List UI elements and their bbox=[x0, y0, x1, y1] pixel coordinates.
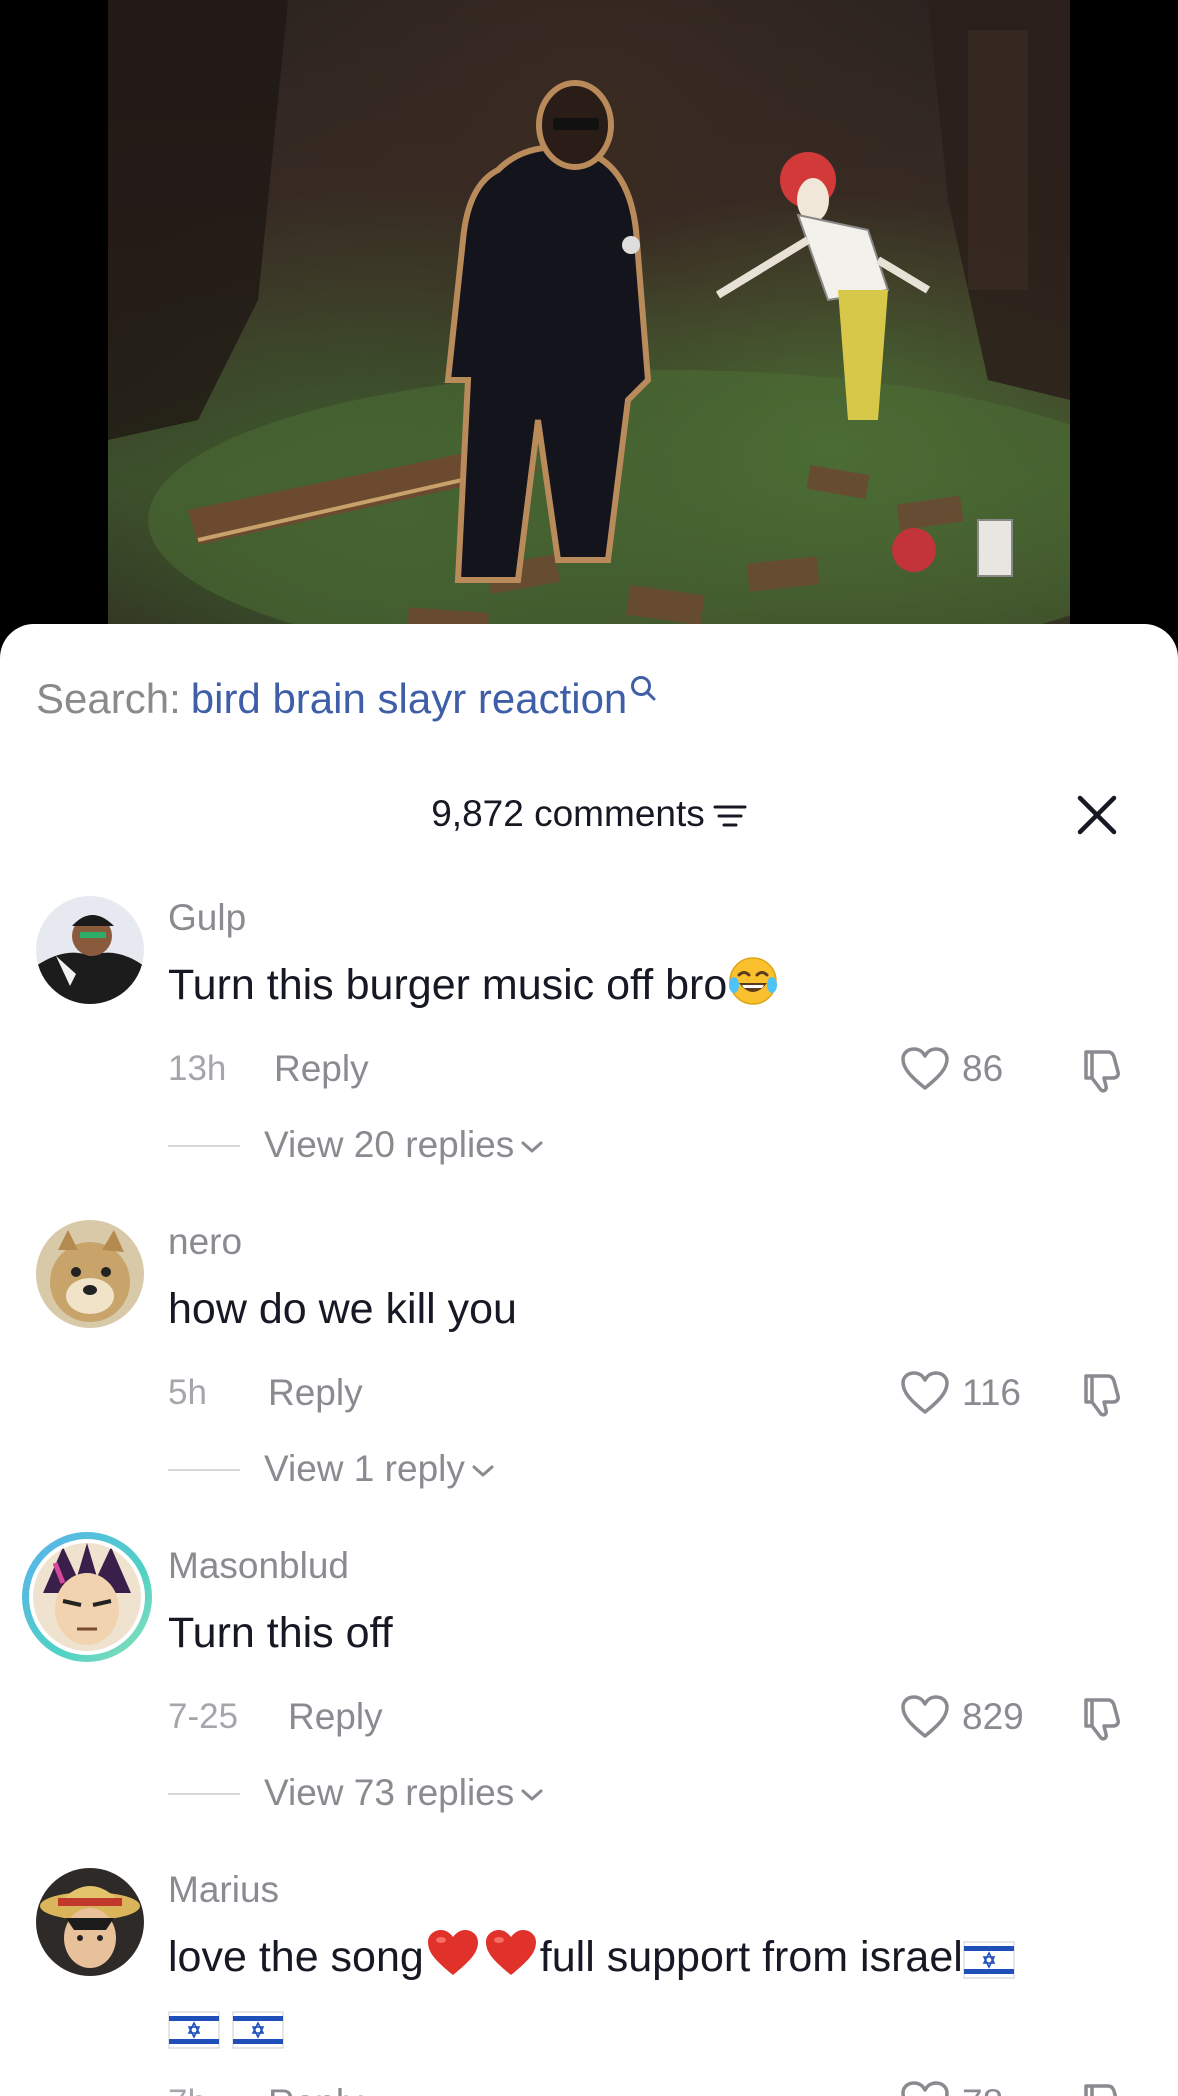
comment-meta: 7h Reply 78 bbox=[168, 2078, 1168, 2096]
comment-body-continued: full support from israel bbox=[539, 1933, 963, 1981]
search-suggestion[interactable]: Search: bird brain slayr reaction bbox=[36, 674, 657, 724]
search-icon bbox=[631, 676, 656, 701]
avatar[interactable] bbox=[36, 896, 144, 1004]
view-replies-button[interactable]: View 20 replies bbox=[168, 1120, 768, 1170]
comment-text: how do we kill you bbox=[168, 1285, 517, 1333]
reply-divider bbox=[168, 1793, 240, 1795]
comment-text: Turn this burger music off bro bbox=[168, 954, 1118, 1024]
chevron-down-icon bbox=[521, 1789, 543, 1801]
comment-count: 9,872 comments bbox=[431, 793, 705, 834]
view-replies-label: View 1 reply bbox=[264, 1448, 465, 1489]
comment-username[interactable]: Gulp bbox=[168, 896, 246, 940]
comment-time: 7h bbox=[168, 2078, 207, 2096]
heart-outline-icon bbox=[901, 2081, 949, 2096]
comment-time: 13h bbox=[168, 1049, 227, 1088]
dislike-button[interactable] bbox=[1078, 1372, 1124, 1418]
close-icon bbox=[1077, 795, 1117, 835]
israel-flag-icon bbox=[168, 2004, 220, 2066]
dislike-button[interactable] bbox=[1078, 1696, 1124, 1742]
israel-flag-icon bbox=[232, 2004, 284, 2066]
comment-meta: 7-25 Reply 829 bbox=[168, 1692, 1168, 1742]
reply-divider bbox=[168, 1469, 240, 1471]
heart-outline-icon bbox=[901, 1695, 949, 1738]
chevron-down-icon bbox=[472, 1465, 494, 1477]
close-button[interactable] bbox=[1072, 790, 1122, 840]
comments-panel: Search: bird brain slayr reaction 9,872 c… bbox=[0, 624, 1178, 2096]
comment-text: love the song full support from israel bbox=[168, 1926, 1118, 2066]
avatar-with-story-ring[interactable] bbox=[22, 1532, 152, 1662]
view-replies-label: View 73 replies bbox=[264, 1772, 515, 1813]
search-prefix: Search: bbox=[36, 675, 181, 722]
comment-body: Turn this burger music off bro bbox=[168, 961, 728, 1009]
heart-outline-icon bbox=[901, 1047, 949, 1090]
view-replies-label: View 20 replies bbox=[264, 1124, 515, 1165]
comment-time: 5h bbox=[168, 1373, 207, 1412]
red-heart-emoji-icon bbox=[482, 1927, 540, 1996]
dislike-button[interactable] bbox=[1078, 2082, 1124, 2096]
view-replies-button[interactable]: View 1 reply bbox=[168, 1444, 768, 1494]
comment-meta: 13h Reply 86 bbox=[168, 1044, 1168, 1094]
thumbs-down-icon bbox=[1084, 1050, 1120, 1093]
like-count: 78 bbox=[962, 2078, 1003, 2096]
like-count: 86 bbox=[962, 1048, 1004, 1089]
israel-flag-icon bbox=[963, 1934, 1015, 1996]
thumbs-down-icon bbox=[1084, 1374, 1120, 1417]
comment-username[interactable]: Masonblud bbox=[168, 1544, 349, 1588]
thumbs-down-icon bbox=[1084, 2084, 1118, 2096]
reply-button[interactable]: Reply bbox=[268, 2078, 363, 2096]
thumbs-down-icon bbox=[1084, 1698, 1120, 1741]
comment-text: Turn this off bbox=[168, 1609, 393, 1657]
avatar[interactable] bbox=[36, 1220, 144, 1328]
like-count: 829 bbox=[962, 1696, 1024, 1737]
reply-divider bbox=[168, 1145, 240, 1147]
comment-body: love the song bbox=[168, 1933, 424, 1981]
laughing-emoji-icon bbox=[727, 955, 779, 1024]
heart-outline-icon bbox=[901, 1371, 949, 1414]
filter-icon[interactable] bbox=[713, 803, 747, 829]
comment-username[interactable]: Marius bbox=[168, 1868, 279, 1912]
video-frame-illustration bbox=[108, 0, 1070, 640]
red-heart-emoji-icon bbox=[424, 1927, 482, 1996]
like-count: 116 bbox=[962, 1372, 1021, 1413]
reply-button[interactable]: Reply bbox=[274, 1044, 369, 1094]
avatar[interactable] bbox=[36, 1868, 144, 1976]
search-query[interactable]: bird brain slayr reaction bbox=[191, 675, 628, 722]
comment-username[interactable]: nero bbox=[168, 1220, 242, 1264]
view-replies-button[interactable]: View 73 replies bbox=[168, 1768, 768, 1818]
comments-header: 9,872 comments bbox=[0, 784, 1178, 844]
chevron-down-icon bbox=[521, 1141, 543, 1153]
reply-button[interactable]: Reply bbox=[288, 1692, 383, 1742]
comment-meta: 5h Reply 116 bbox=[168, 1368, 1168, 1418]
video-player[interactable] bbox=[108, 0, 1070, 640]
comment-time: 7-25 bbox=[168, 1697, 239, 1736]
dislike-button[interactable] bbox=[1078, 1048, 1124, 1094]
reply-button[interactable]: Reply bbox=[268, 1368, 363, 1418]
